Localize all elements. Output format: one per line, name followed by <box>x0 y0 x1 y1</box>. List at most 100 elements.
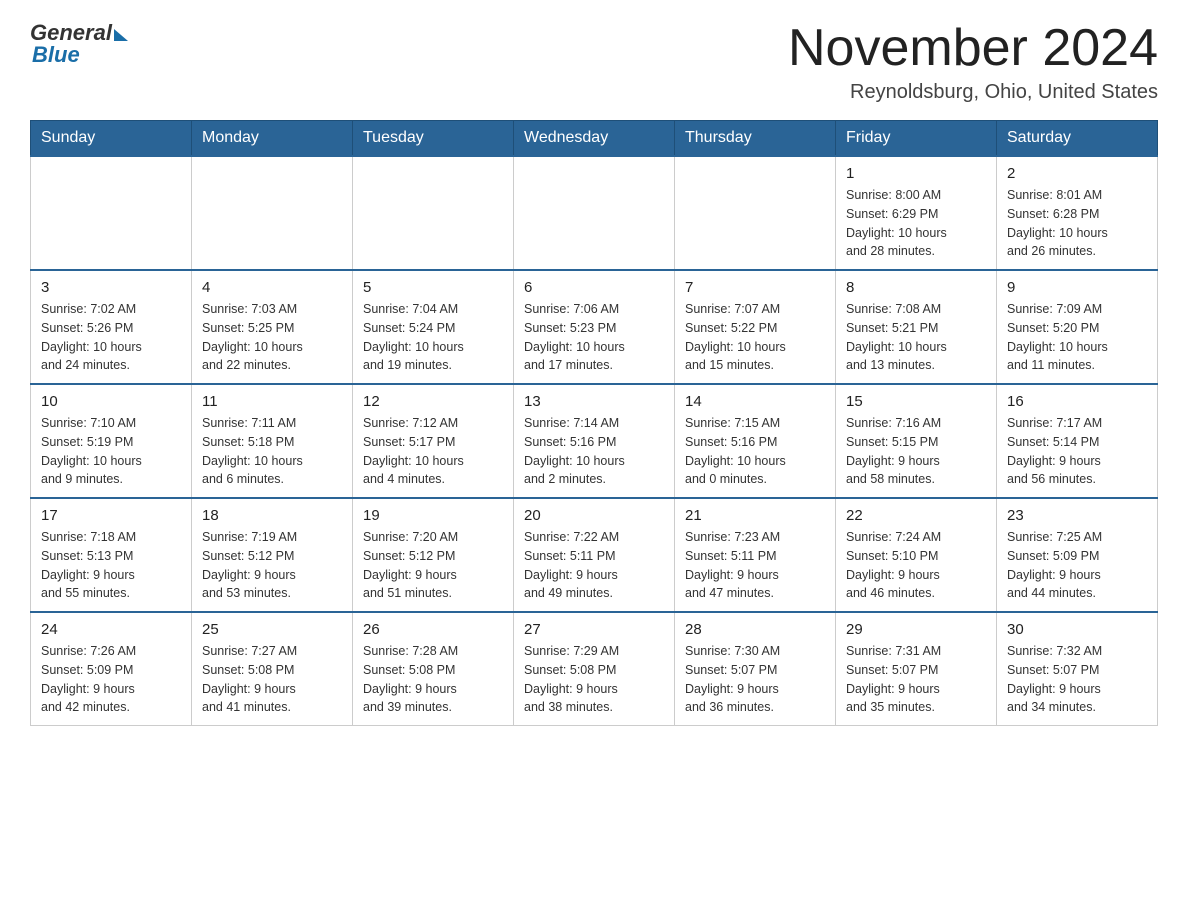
day-number: 26 <box>363 621 503 638</box>
day-number: 8 <box>846 279 986 296</box>
day-number: 30 <box>1007 621 1147 638</box>
day-info: Sunrise: 7:09 AM Sunset: 5:20 PM Dayligh… <box>1007 300 1147 375</box>
day-info: Sunrise: 7:32 AM Sunset: 5:07 PM Dayligh… <box>1007 642 1147 717</box>
day-info: Sunrise: 7:28 AM Sunset: 5:08 PM Dayligh… <box>363 642 503 717</box>
col-header-sunday: Sunday <box>31 121 192 157</box>
calendar-cell: 9Sunrise: 7:09 AM Sunset: 5:20 PM Daylig… <box>997 270 1158 384</box>
calendar-cell: 25Sunrise: 7:27 AM Sunset: 5:08 PM Dayli… <box>192 612 353 726</box>
col-header-friday: Friday <box>836 121 997 157</box>
day-number: 15 <box>846 393 986 410</box>
calendar-cell: 15Sunrise: 7:16 AM Sunset: 5:15 PM Dayli… <box>836 384 997 498</box>
day-info: Sunrise: 8:00 AM Sunset: 6:29 PM Dayligh… <box>846 186 986 261</box>
day-number: 25 <box>202 621 342 638</box>
day-number: 5 <box>363 279 503 296</box>
calendar-cell: 28 Sunrise: 7:30 AM Sunset: 5:07 PM Dayli… <box>675 612 836 726</box>
day-info: Sunrise: 7:07 AM Sunset: 5:22 PM Dayligh… <box>685 300 825 375</box>
calendar-cell: 11 Sunrise: 7:11 AM Sunset: 5:18 PM Dayli… <box>192 384 353 498</box>
day-number: 4 <box>202 279 342 296</box>
day-number: 2 <box>1007 165 1147 182</box>
day-number: 17 <box>41 507 181 524</box>
calendar-cell <box>353 156 514 270</box>
calendar-cell: 6 Sunrise: 7:06 AM Sunset: 5:23 PM Daylig… <box>514 270 675 384</box>
day-info: Sunrise: 7:08 AM Sunset: 5:21 PM Dayligh… <box>846 300 986 375</box>
calendar-cell: 24 Sunrise: 7:26 AM Sunset: 5:09 PM Dayli… <box>31 612 192 726</box>
day-number: 28 <box>685 621 825 638</box>
calendar-cell: 7Sunrise: 7:07 AM Sunset: 5:22 PM Daylig… <box>675 270 836 384</box>
calendar-week-5: 24 Sunrise: 7:26 AM Sunset: 5:09 PM Dayli… <box>31 612 1158 726</box>
calendar-cell: 12 Sunrise: 7:12 AM Sunset: 5:17 PM Dayli… <box>353 384 514 498</box>
calendar-cell: 23Sunrise: 7:25 AM Sunset: 5:09 PM Dayli… <box>997 498 1158 612</box>
calendar-cell: 4 Sunrise: 7:03 AM Sunset: 5:25 PM Daylig… <box>192 270 353 384</box>
col-header-monday: Monday <box>192 121 353 157</box>
day-number: 3 <box>41 279 181 296</box>
day-info: Sunrise: 7:17 AM Sunset: 5:14 PM Dayligh… <box>1007 414 1147 489</box>
col-header-thursday: Thursday <box>675 121 836 157</box>
day-info: Sunrise: 7:03 AM Sunset: 5:25 PM Dayligh… <box>202 300 342 375</box>
location-subtitle: Reynoldsburg, Ohio, United States <box>788 81 1158 104</box>
col-header-wednesday: Wednesday <box>514 121 675 157</box>
day-number: 16 <box>1007 393 1147 410</box>
col-header-tuesday: Tuesday <box>353 121 514 157</box>
calendar-cell: 13 Sunrise: 7:14 AM Sunset: 5:16 PM Dayli… <box>514 384 675 498</box>
day-number: 1 <box>846 165 986 182</box>
day-number: 18 <box>202 507 342 524</box>
col-header-saturday: Saturday <box>997 121 1158 157</box>
day-info: Sunrise: 7:26 AM Sunset: 5:09 PM Dayligh… <box>41 642 181 717</box>
calendar-cell: 2 Sunrise: 8:01 AM Sunset: 6:28 PM Daylig… <box>997 156 1158 270</box>
calendar-table: SundayMondayTuesdayWednesdayThursdayFrid… <box>30 120 1158 726</box>
day-number: 23 <box>1007 507 1147 524</box>
day-info: Sunrise: 7:06 AM Sunset: 5:23 PM Dayligh… <box>524 300 664 375</box>
day-info: Sunrise: 7:29 AM Sunset: 5:08 PM Dayligh… <box>524 642 664 717</box>
day-number: 13 <box>524 393 664 410</box>
day-number: 22 <box>846 507 986 524</box>
calendar-week-4: 17 Sunrise: 7:18 AM Sunset: 5:13 PM Dayli… <box>31 498 1158 612</box>
calendar-cell: 1 Sunrise: 8:00 AM Sunset: 6:29 PM Daylig… <box>836 156 997 270</box>
day-number: 11 <box>202 393 342 410</box>
calendar-cell: 19 Sunrise: 7:20 AM Sunset: 5:12 PM Dayli… <box>353 498 514 612</box>
day-number: 24 <box>41 621 181 638</box>
calendar-header-row: SundayMondayTuesdayWednesdayThursdayFrid… <box>31 121 1158 157</box>
logo-blue-text: Blue <box>32 42 80 68</box>
day-number: 14 <box>685 393 825 410</box>
day-info: Sunrise: 7:02 AM Sunset: 5:26 PM Dayligh… <box>41 300 181 375</box>
calendar-cell: 29 Sunrise: 7:31 AM Sunset: 5:07 PM Dayli… <box>836 612 997 726</box>
day-info: Sunrise: 7:12 AM Sunset: 5:17 PM Dayligh… <box>363 414 503 489</box>
day-info: Sunrise: 7:30 AM Sunset: 5:07 PM Dayligh… <box>685 642 825 717</box>
day-info: Sunrise: 7:14 AM Sunset: 5:16 PM Dayligh… <box>524 414 664 489</box>
calendar-cell: 14 Sunrise: 7:15 AM Sunset: 5:16 PM Dayli… <box>675 384 836 498</box>
day-info: Sunrise: 7:20 AM Sunset: 5:12 PM Dayligh… <box>363 528 503 603</box>
calendar-cell <box>192 156 353 270</box>
logo-arrow-icon <box>114 29 128 41</box>
day-info: Sunrise: 7:31 AM Sunset: 5:07 PM Dayligh… <box>846 642 986 717</box>
calendar-cell: 22Sunrise: 7:24 AM Sunset: 5:10 PM Dayli… <box>836 498 997 612</box>
calendar-cell: 18 Sunrise: 7:19 AM Sunset: 5:12 PM Dayli… <box>192 498 353 612</box>
month-title: November 2024 <box>788 20 1158 77</box>
day-info: Sunrise: 7:10 AM Sunset: 5:19 PM Dayligh… <box>41 414 181 489</box>
calendar-cell: 8 Sunrise: 7:08 AM Sunset: 5:21 PM Daylig… <box>836 270 997 384</box>
day-number: 20 <box>524 507 664 524</box>
calendar-cell: 26 Sunrise: 7:28 AM Sunset: 5:08 PM Dayli… <box>353 612 514 726</box>
calendar-week-2: 3 Sunrise: 7:02 AM Sunset: 5:26 PM Daylig… <box>31 270 1158 384</box>
day-info: Sunrise: 8:01 AM Sunset: 6:28 PM Dayligh… <box>1007 186 1147 261</box>
day-info: Sunrise: 7:23 AM Sunset: 5:11 PM Dayligh… <box>685 528 825 603</box>
day-number: 29 <box>846 621 986 638</box>
day-number: 10 <box>41 393 181 410</box>
calendar-cell: 30 Sunrise: 7:32 AM Sunset: 5:07 PM Dayli… <box>997 612 1158 726</box>
day-number: 6 <box>524 279 664 296</box>
day-number: 12 <box>363 393 503 410</box>
day-number: 27 <box>524 621 664 638</box>
logo: General Blue <box>30 20 128 68</box>
day-number: 21 <box>685 507 825 524</box>
calendar-cell <box>31 156 192 270</box>
day-info: Sunrise: 7:11 AM Sunset: 5:18 PM Dayligh… <box>202 414 342 489</box>
day-info: Sunrise: 7:19 AM Sunset: 5:12 PM Dayligh… <box>202 528 342 603</box>
calendar-cell <box>514 156 675 270</box>
day-number: 19 <box>363 507 503 524</box>
day-info: Sunrise: 7:15 AM Sunset: 5:16 PM Dayligh… <box>685 414 825 489</box>
title-block: November 2024 Reynoldsburg, Ohio, United… <box>788 20 1158 104</box>
day-info: Sunrise: 7:18 AM Sunset: 5:13 PM Dayligh… <box>41 528 181 603</box>
day-info: Sunrise: 7:22 AM Sunset: 5:11 PM Dayligh… <box>524 528 664 603</box>
calendar-cell: 3 Sunrise: 7:02 AM Sunset: 5:26 PM Daylig… <box>31 270 192 384</box>
calendar-week-1: 1 Sunrise: 8:00 AM Sunset: 6:29 PM Daylig… <box>31 156 1158 270</box>
calendar-cell: 27 Sunrise: 7:29 AM Sunset: 5:08 PM Dayli… <box>514 612 675 726</box>
